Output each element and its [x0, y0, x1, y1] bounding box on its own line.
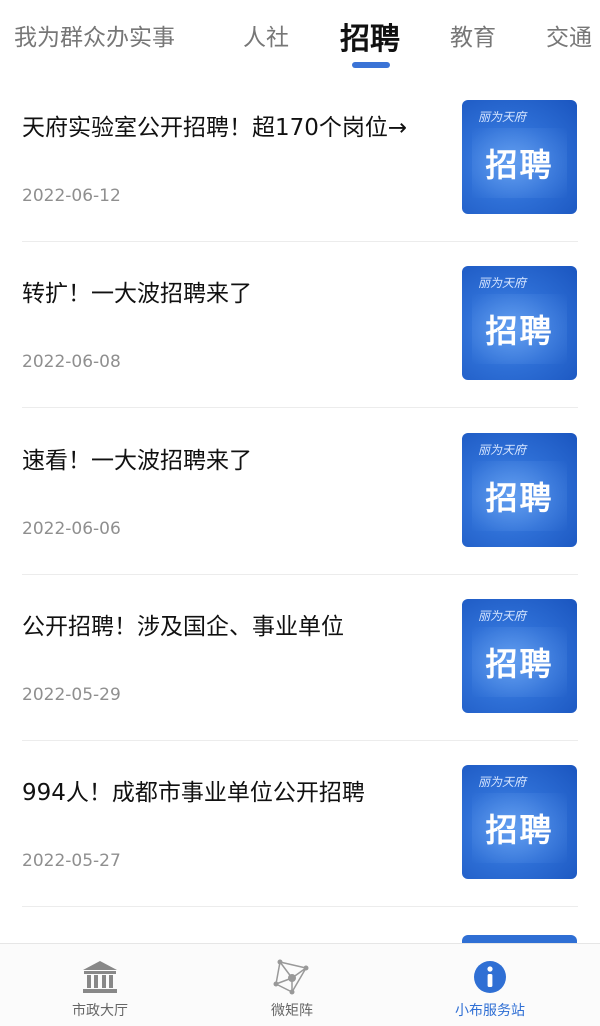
- article-title[interactable]: 天府实验室公开招聘！超170个岗位→: [22, 108, 450, 142]
- divider: [22, 574, 578, 575]
- divider: [22, 906, 578, 907]
- article-title[interactable]: 公开招聘！涉及国企、事业单位: [22, 607, 450, 641]
- divider: [22, 407, 578, 408]
- thumbnail-brand: 丽为天府: [478, 609, 527, 623]
- network-icon: [271, 956, 313, 998]
- divider: [22, 740, 578, 741]
- nav-micro-matrix[interactable]: 微矩阵: [232, 956, 352, 1020]
- article-date: 2022-06-12: [22, 186, 121, 206]
- list-item[interactable]: 公开招聘！涉及国企、事业单位 2022-05-29 丽为天府 招聘: [0, 579, 600, 745]
- nav-label: 小布服务站: [455, 1003, 525, 1019]
- article-thumbnail[interactable]: 丽为天府 招聘: [462, 765, 577, 879]
- government-building-icon: [79, 956, 121, 998]
- article-thumbnail[interactable]: 丽为天府 招聘: [462, 100, 577, 214]
- tab-service[interactable]: 我为群众办实事: [14, 18, 175, 52]
- nav-service-station[interactable]: 小布服务站: [430, 956, 550, 1020]
- nav-label: 微矩阵: [271, 1003, 313, 1019]
- divider: [22, 241, 578, 242]
- thumbnail-text: 招聘: [485, 146, 554, 184]
- tab-transport[interactable]: 交通: [546, 18, 592, 52]
- article-title[interactable]: 转扩！一大波招聘来了: [22, 274, 450, 308]
- thumbnail-text: 招聘: [485, 479, 554, 517]
- article-thumbnail[interactable]: 丽为天府 招聘: [462, 433, 577, 547]
- category-tabs: 我为群众办实事 人社 招聘 教育 交通: [0, 0, 600, 80]
- nav-city-hall[interactable]: 市政大厅: [40, 956, 160, 1020]
- list-item[interactable]: 速看！一大波招聘来了 2022-06-06 丽为天府 招聘: [0, 413, 600, 579]
- thumbnail-text: 招聘: [485, 645, 554, 683]
- article-thumbnail[interactable]: 丽为天府 招聘: [462, 266, 577, 380]
- active-tab-indicator: [352, 62, 390, 68]
- nav-label: 市政大厅: [72, 1003, 128, 1019]
- info-icon: [469, 956, 511, 998]
- tab-recruitment[interactable]: 招聘: [340, 14, 400, 58]
- list-item[interactable]: 994人！成都市事业单位公开招聘 2022-05-27 丽为天府 招聘: [0, 745, 600, 911]
- thumbnail-text: 招聘: [485, 811, 554, 849]
- tab-hr-social[interactable]: 人社: [243, 18, 289, 52]
- article-thumbnail[interactable]: 丽为天府 招聘: [462, 599, 577, 713]
- thumbnail-text: 招聘: [485, 312, 554, 350]
- list-item[interactable]: 转扩！一大波招聘来了 2022-06-08 丽为天府 招聘: [0, 246, 600, 412]
- thumbnail-brand: 丽为天府: [478, 276, 527, 290]
- article-title[interactable]: 994人！成都市事业单位公开招聘: [22, 773, 450, 807]
- article-date: 2022-06-08: [22, 352, 121, 372]
- list-item[interactable]: 天府实验室公开招聘！超170个岗位→ 2022-06-12 丽为天府 招聘: [0, 80, 600, 246]
- bottom-nav: 市政大厅 微矩阵 小布服务站: [0, 943, 600, 1026]
- thumbnail-brand: 丽为天府: [478, 443, 527, 457]
- article-title[interactable]: 速看！一大波招聘来了: [22, 441, 450, 475]
- article-date: 2022-05-27: [22, 851, 121, 871]
- article-date: 2022-06-06: [22, 519, 121, 539]
- thumbnail-brand: 丽为天府: [478, 775, 527, 789]
- tab-education[interactable]: 教育: [450, 18, 496, 52]
- thumbnail-brand: 丽为天府: [478, 110, 527, 124]
- article-date: 2022-05-29: [22, 685, 121, 705]
